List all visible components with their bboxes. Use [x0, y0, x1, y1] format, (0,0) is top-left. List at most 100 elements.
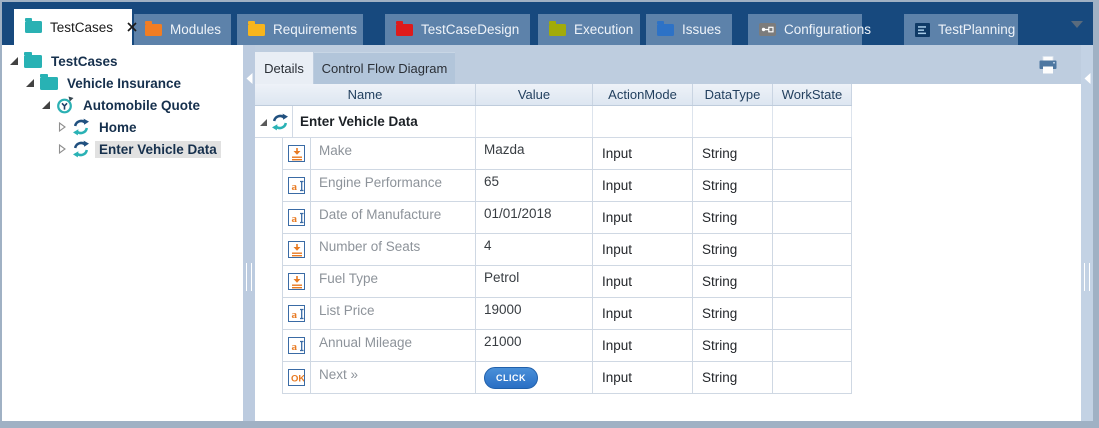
column-header-datatype[interactable]: DataType: [692, 84, 772, 105]
tree-item-home[interactable]: Home: [2, 116, 243, 138]
parent-row-datatype[interactable]: [692, 106, 772, 137]
parent-row-name[interactable]: Enter Vehicle Data: [292, 106, 475, 137]
row-name[interactable]: Fuel Type: [310, 266, 475, 297]
row-datatype[interactable]: String: [692, 298, 772, 329]
tab-control-flow-diagram[interactable]: Control Flow Diagram: [314, 52, 455, 84]
row-name[interactable]: List Price: [310, 298, 475, 329]
row-datatype[interactable]: String: [692, 266, 772, 297]
column-header-actionmode[interactable]: ActionMode: [592, 84, 692, 105]
row-value[interactable]: 21000: [475, 330, 592, 361]
tab-execution[interactable]: Execution: [538, 14, 640, 45]
tree-item-label[interactable]: Enter Vehicle Data: [95, 141, 221, 158]
row-actionmode[interactable]: Input: [592, 234, 692, 265]
textbox-icon: a: [282, 298, 310, 329]
tree-item-label[interactable]: Vehicle Insurance: [63, 75, 185, 92]
print-button[interactable]: [1036, 53, 1060, 77]
row-datatype[interactable]: String: [692, 138, 772, 169]
printer-icon: [1038, 56, 1058, 75]
details-panel: Details Control Flow Diagram Name Value …: [255, 45, 1081, 421]
folder-icon: [40, 77, 58, 90]
tree-item-enter-vehicle-data[interactable]: Enter Vehicle Data: [2, 138, 243, 160]
left-splitter[interactable]: [243, 45, 255, 421]
table-parent-row[interactable]: Enter Vehicle Data: [255, 106, 852, 138]
row-workstate[interactable]: [772, 170, 852, 201]
column-header-value[interactable]: Value: [475, 84, 592, 105]
tab-testcasedesign[interactable]: TestCaseDesign: [385, 14, 530, 45]
parent-row-workstate[interactable]: [772, 106, 852, 137]
svg-text:a: a: [292, 213, 298, 225]
row-actionmode[interactable]: Input: [592, 330, 692, 361]
tab-label: Requirements: [273, 22, 357, 37]
tab-details[interactable]: Details: [255, 52, 313, 84]
row-name[interactable]: Engine Performance: [310, 170, 475, 201]
tab-overflow-dropdown-icon[interactable]: [1071, 21, 1083, 28]
row-datatype[interactable]: String: [692, 234, 772, 265]
row-workstate[interactable]: [772, 298, 852, 329]
column-header-name[interactable]: Name: [255, 84, 475, 105]
teststep-folder-icon: [271, 113, 289, 131]
row-workstate[interactable]: [772, 362, 852, 393]
tree-item-vehicle-insurance[interactable]: Vehicle Insurance: [2, 72, 243, 94]
right-collapsed-panel-strip[interactable]: [1081, 45, 1093, 421]
row-value[interactable]: Petrol: [475, 266, 592, 297]
click-button[interactable]: CLICK: [484, 367, 538, 389]
collapse-right-arrow-icon[interactable]: [1084, 73, 1091, 84]
row-datatype[interactable]: String: [692, 202, 772, 233]
row-workstate[interactable]: [772, 266, 852, 297]
row-value[interactable]: 4: [475, 234, 592, 265]
row-workstate[interactable]: [772, 202, 852, 233]
tab-configurations[interactable]: Configurations: [748, 14, 862, 45]
collapsed-triangle-icon[interactable]: [56, 144, 67, 154]
tree-item-label[interactable]: Automobile Quote: [79, 97, 204, 114]
teststep-folder-icon: [72, 118, 90, 136]
row-value[interactable]: 01/01/2018: [475, 202, 592, 233]
expanded-triangle-icon[interactable]: [40, 100, 51, 110]
row-datatype[interactable]: String: [692, 330, 772, 361]
column-header-workstate[interactable]: WorkState: [772, 84, 852, 105]
row-actionmode[interactable]: Input: [592, 138, 692, 169]
row-value[interactable]: Mazda: [475, 138, 592, 169]
row-value[interactable]: 65: [475, 170, 592, 201]
expanded-triangle-icon[interactable]: [8, 56, 19, 66]
row-datatype[interactable]: String: [692, 362, 772, 393]
tab-testcases[interactable]: TestCases: [14, 9, 132, 45]
collapse-left-arrow-icon[interactable]: [246, 73, 253, 84]
tree-item-label[interactable]: Home: [95, 119, 141, 136]
row-name[interactable]: Next »: [310, 362, 475, 393]
splitter-grip[interactable]: [1084, 263, 1090, 291]
row-actionmode[interactable]: Input: [592, 170, 692, 201]
row-actionmode[interactable]: Input: [592, 266, 692, 297]
tab-label: TestPlanning: [938, 22, 1015, 37]
row-name[interactable]: Number of Seats: [310, 234, 475, 265]
row-workstate[interactable]: [772, 330, 852, 361]
expanded-triangle-icon[interactable]: [259, 118, 268, 127]
row-actionmode[interactable]: Input: [592, 202, 692, 233]
folder-icon: [396, 24, 413, 36]
row-value[interactable]: 19000: [475, 298, 592, 329]
tab-testplanning[interactable]: TestPlanning: [904, 14, 1018, 45]
row-actionmode[interactable]: Input: [592, 362, 692, 393]
splitter-grip[interactable]: [246, 263, 252, 291]
row-datatype[interactable]: String: [692, 170, 772, 201]
tree-item-label[interactable]: TestCases: [47, 53, 122, 70]
textbox-icon: a: [282, 202, 310, 233]
tab-label: TestCaseDesign: [421, 22, 519, 37]
table-row: a Engine Performance 65 Input String: [282, 170, 852, 202]
tab-requirements[interactable]: Requirements: [237, 14, 363, 45]
expanded-triangle-icon[interactable]: [24, 78, 35, 88]
tab-issues[interactable]: Issues: [646, 14, 732, 45]
row-workstate[interactable]: [772, 138, 852, 169]
row-actionmode[interactable]: Input: [592, 298, 692, 329]
row-name[interactable]: Make: [310, 138, 475, 169]
close-icon[interactable]: [127, 22, 137, 32]
parent-row-actionmode[interactable]: [592, 106, 692, 137]
row-name[interactable]: Annual Mileage: [310, 330, 475, 361]
svg-text:OK: OK: [291, 373, 304, 384]
row-name[interactable]: Date of Manufacture: [310, 202, 475, 233]
tree-item-automobile-quote[interactable]: Automobile Quote: [2, 94, 243, 116]
tree-item-testcases[interactable]: TestCases: [2, 50, 243, 72]
collapsed-triangle-icon[interactable]: [56, 122, 67, 132]
row-workstate[interactable]: [772, 234, 852, 265]
tab-modules[interactable]: Modules: [134, 14, 231, 45]
parent-row-value[interactable]: [475, 106, 592, 137]
